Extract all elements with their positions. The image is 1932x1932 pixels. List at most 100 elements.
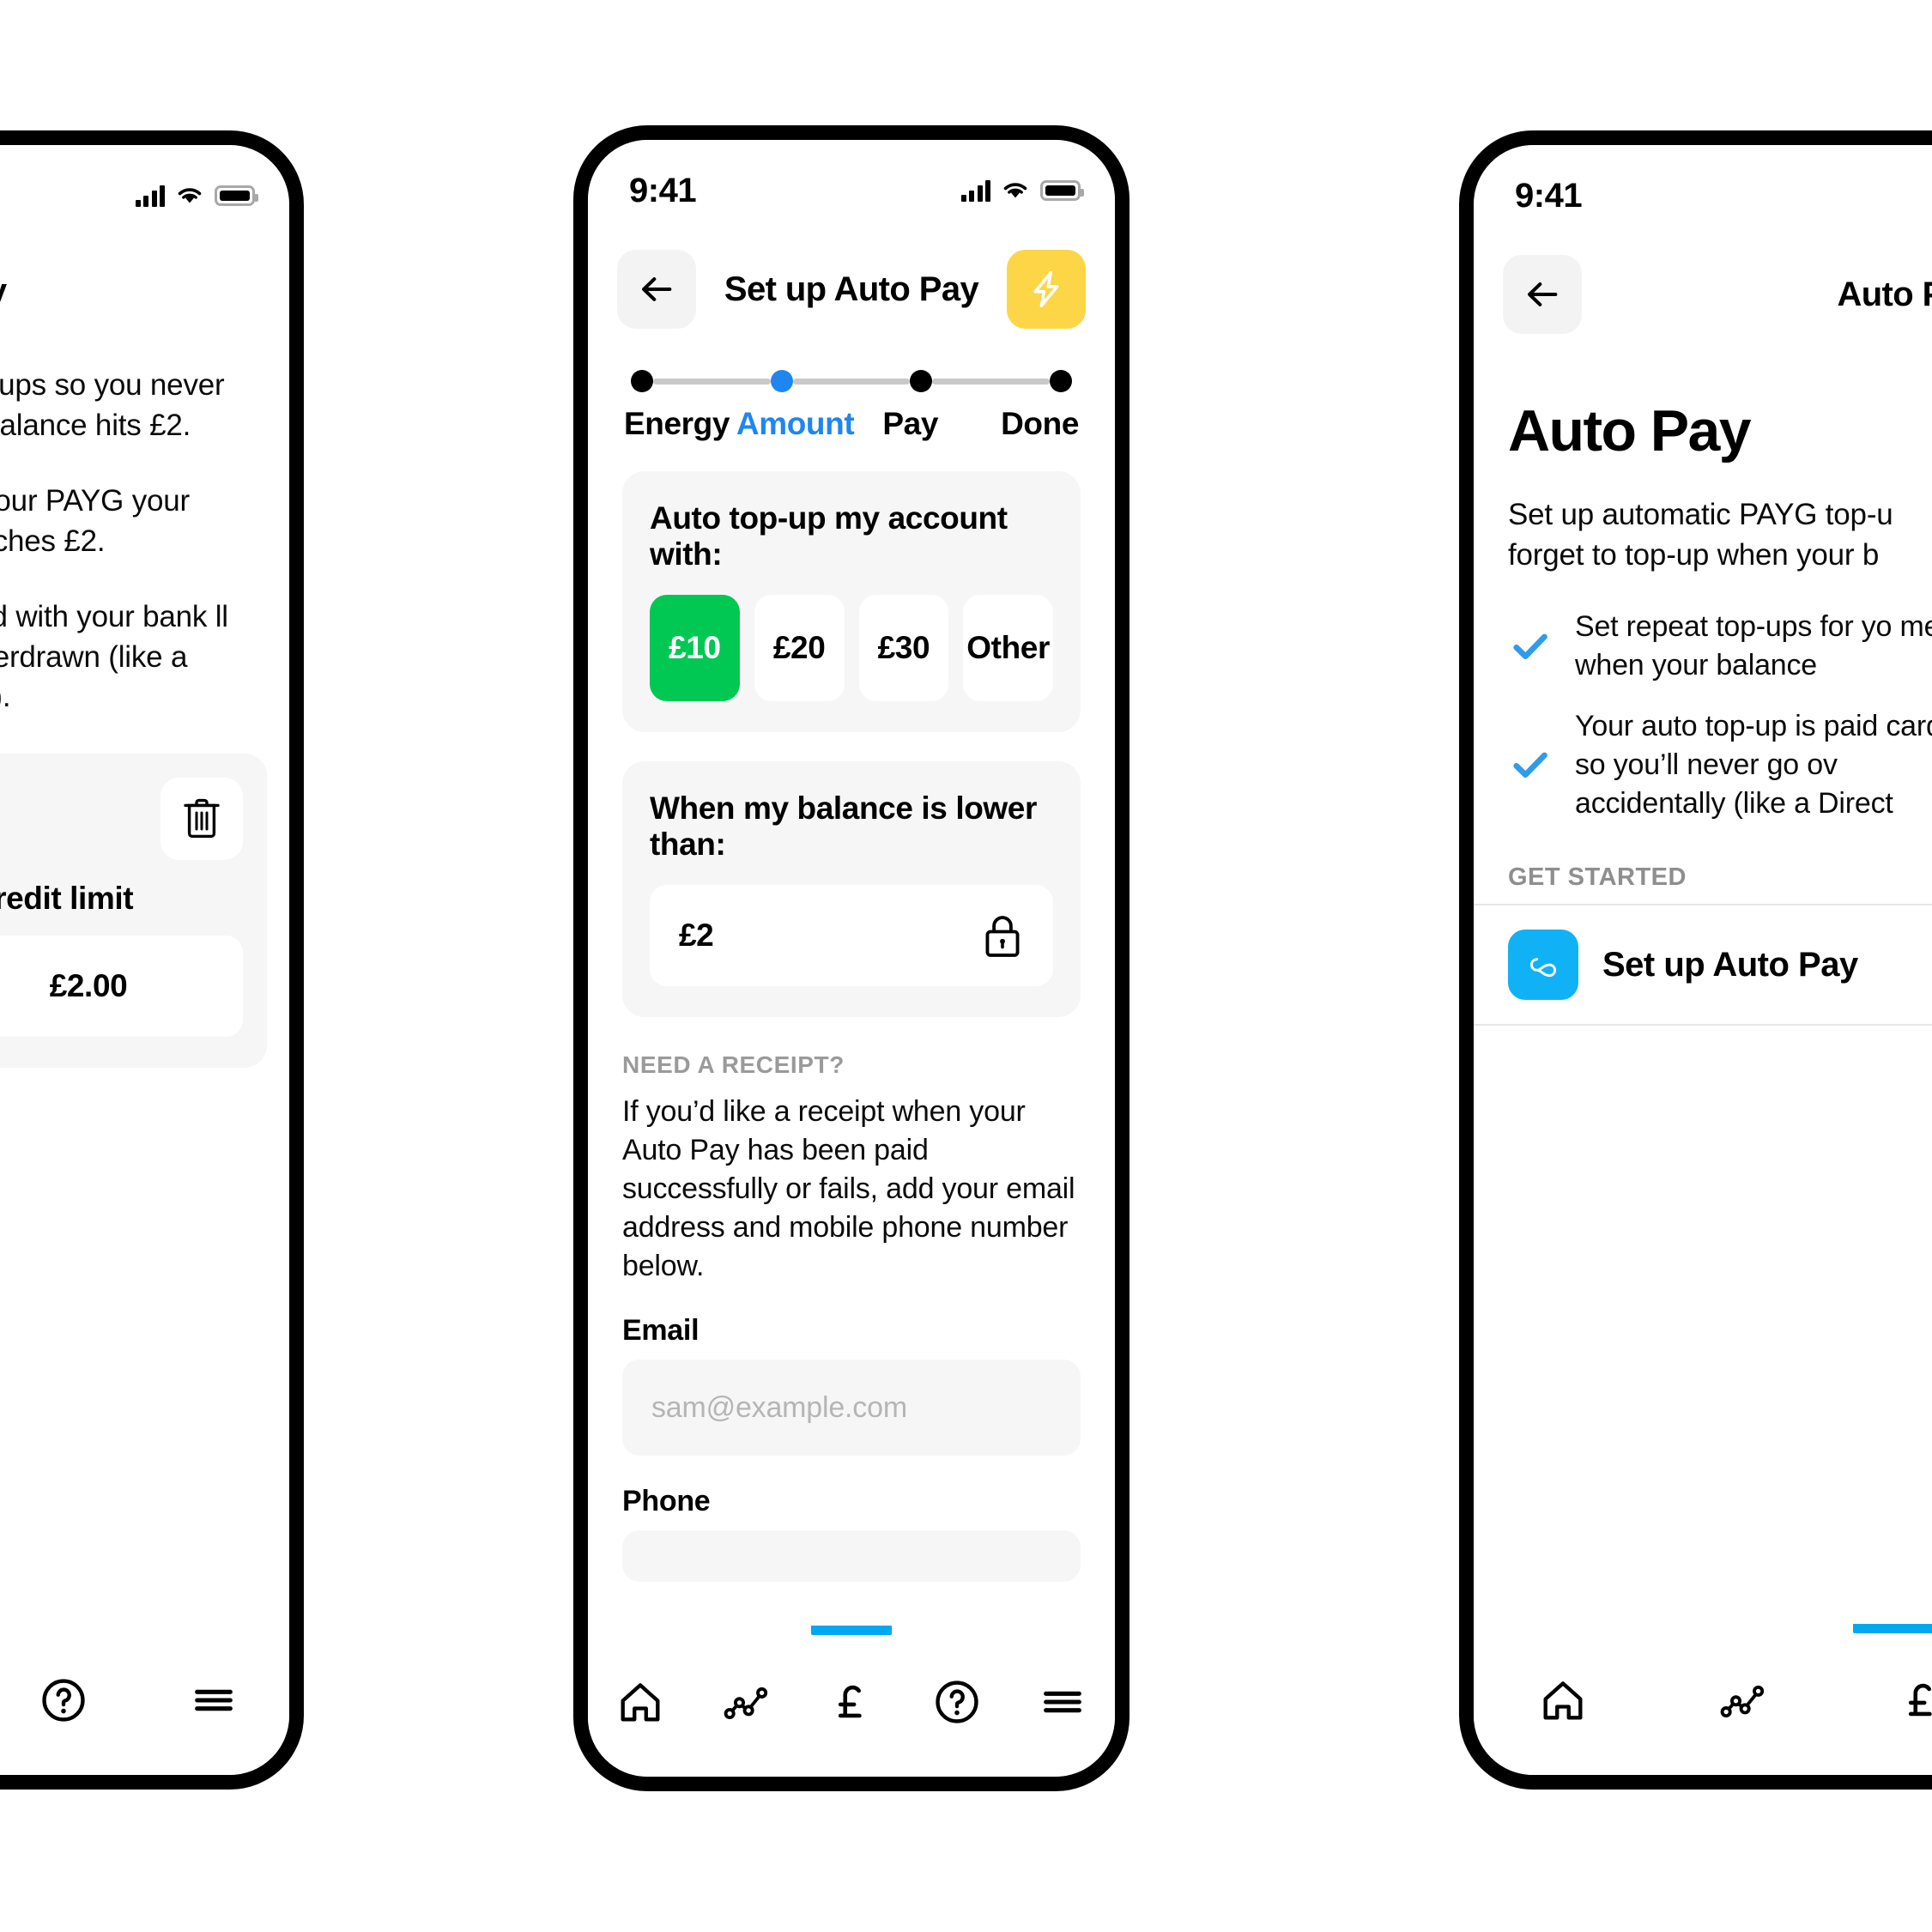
intro-paragraph: op-ups for your PAYG your balance reache…: [0, 484, 190, 558]
step-label-amount: Amount: [736, 406, 855, 441]
check-icon: [1513, 633, 1547, 660]
topup-amount-title: Auto top-up my account with:: [650, 500, 1008, 572]
boost-button[interactable]: [1007, 250, 1086, 329]
lightning-bolt-icon: [1033, 271, 1059, 307]
tab-menu[interactable]: [1009, 1626, 1115, 1777]
help-icon: [936, 1681, 978, 1723]
page-title-left: Auto Pay: [0, 227, 289, 311]
tab-bar-left: [0, 1624, 289, 1775]
benefit-item: Your auto top-up is paid card, so you’ll…: [1508, 707, 1932, 823]
email-placeholder: sam@example.com: [651, 1390, 907, 1424]
intro-copy-left: c PAYG top-ups so you never when your ba…: [0, 311, 289, 718]
stepper-labels: Energy Amount Pay Done: [624, 406, 1079, 442]
balance-threshold-input[interactable]: £2: [650, 885, 1053, 986]
list-item-setup-auto-pay[interactable]: Set up Auto Pay: [1474, 904, 1932, 1027]
intro-paragraph: op-up is paid with your bank ll never go…: [0, 600, 228, 714]
delete-button[interactable]: [160, 777, 243, 860]
tab-home[interactable]: [588, 1626, 693, 1777]
status-time: 9:41: [1515, 177, 1583, 215]
balance-threshold-title: When my balance is lower than:: [650, 790, 1037, 862]
status-icons: [960, 179, 1084, 202]
status-bar-left: [0, 145, 289, 227]
tab-usage[interactable]: [693, 1626, 799, 1777]
home-icon: [1543, 1681, 1583, 1720]
amount-option-10[interactable]: £10: [650, 595, 740, 701]
list-item-label: Set up Auto Pay: [1602, 945, 1858, 984]
balance-threshold-card: When my balance is lower than: £2: [622, 761, 1081, 1017]
credit-limit-fields: £2.00: [0, 935, 243, 1037]
trash-icon: [184, 798, 220, 838]
menu-icon: [195, 1689, 233, 1711]
phone-center: 9:41 Set up Auto Pay Energy Amount Pay D…: [573, 125, 1130, 1791]
credit-limit-card: Credit limit £2.00: [0, 753, 267, 1068]
email-field[interactable]: sam@example.com: [622, 1360, 1081, 1457]
tab-bar-right: [1474, 1624, 1932, 1775]
step-dot-done[interactable]: [1050, 370, 1073, 392]
tab-menu[interactable]: [139, 1624, 289, 1775]
step-connector: [653, 378, 771, 385]
phone-field[interactable]: [622, 1530, 1081, 1583]
credit-limit-label: Credit limit: [0, 880, 134, 916]
benefit-text: Your auto top-up is paid card, so you’ll…: [1575, 709, 1932, 820]
screen-right: 9:41 Auto Pay Auto Pay Set up automatic …: [1474, 145, 1932, 1775]
screen-center: 9:41 Set up Auto Pay Energy Amount Pay D…: [588, 140, 1115, 1777]
receipt-body: If you’d like a receipt when your Auto P…: [622, 1095, 1075, 1282]
back-arrow-icon: [1528, 282, 1558, 306]
tab-active-indicator: [1853, 1624, 1932, 1633]
screenshot-stage: Auto Pay c PAYG top-ups so you never whe…: [0, 0, 1932, 1932]
step-dot-amount[interactable]: [770, 370, 793, 392]
status-bar-right: 9:41: [1474, 145, 1932, 227]
home-icon: [621, 1683, 660, 1722]
nav-bar-center: Set up Auto Pay: [588, 222, 1115, 339]
pound-icon: [838, 1685, 862, 1718]
benefit-item: Set repeat top-ups for yo meter when you…: [1508, 608, 1932, 685]
back-button[interactable]: [1503, 255, 1582, 334]
benefits-list: Set repeat top-ups for yo meter when you…: [1474, 575, 1932, 822]
page-intro: Set up automatic PAYG top-u forget to to…: [1508, 498, 1893, 572]
benefit-text: Set repeat top-ups for yo meter when you…: [1575, 610, 1932, 681]
status-bar-center: 9:41: [588, 140, 1115, 222]
back-button[interactable]: [617, 250, 696, 329]
tab-pound[interactable]: [799, 1626, 905, 1777]
lock-icon: [985, 916, 1020, 957]
step-label-done: Done: [1001, 406, 1080, 441]
lock-wrap: [981, 912, 1024, 959]
intro-paragraph: c PAYG top-ups so you never when your ba…: [0, 368, 225, 442]
screen-left: Auto Pay c PAYG top-ups so you never whe…: [0, 145, 289, 1775]
status-time: 9:41: [629, 172, 697, 209]
step-connector: [792, 378, 911, 385]
stepper-track: [624, 370, 1079, 392]
tab-help[interactable]: [0, 1624, 139, 1775]
step-connector: [932, 378, 1051, 385]
infinity-badge: [1508, 930, 1578, 1001]
check-icon: [1513, 752, 1547, 778]
infinity-icon: [1529, 958, 1557, 978]
receipt-eyebrow: NEED A RECEIPT?: [622, 1051, 845, 1078]
balance-threshold-value: £2: [679, 918, 714, 953]
section-header-get-started: GET STARTED: [1508, 863, 1687, 892]
amount-option-30[interactable]: £30: [858, 595, 949, 701]
step-dot-pay[interactable]: [910, 370, 933, 392]
signal-bars-icon: [960, 179, 990, 202]
tab-home[interactable]: [1474, 1624, 1653, 1775]
amount-option-20[interactable]: £20: [754, 595, 845, 701]
amount-option-other[interactable]: Other: [963, 595, 1053, 701]
receipt-section: NEED A RECEIPT? If you’d like a receipt …: [588, 1017, 1115, 1583]
step-label-energy: Energy: [624, 406, 730, 441]
status-icons: [135, 185, 258, 207]
wifi-icon: [1003, 183, 1027, 198]
phone-right: 9:41 Auto Pay Auto Pay Set up automatic …: [1459, 130, 1932, 1790]
credit-limit-value[interactable]: £2.00: [0, 935, 243, 1037]
step-dot-energy[interactable]: [631, 370, 653, 392]
topup-amount-card: Auto top-up my account with: £10 £20 £30…: [622, 471, 1081, 732]
tab-active-indicator: [811, 1626, 892, 1635]
wifi-icon: [178, 188, 202, 203]
tab-pound[interactable]: [1832, 1624, 1932, 1775]
usage-chart-icon: [1720, 1685, 1765, 1718]
back-arrow-icon: [642, 277, 672, 301]
tab-help[interactable]: [904, 1626, 1009, 1777]
tab-usage[interactable]: [1653, 1624, 1832, 1775]
phone-label: Phone: [622, 1485, 711, 1518]
battery-icon: [215, 185, 258, 206]
help-icon: [42, 1679, 85, 1722]
